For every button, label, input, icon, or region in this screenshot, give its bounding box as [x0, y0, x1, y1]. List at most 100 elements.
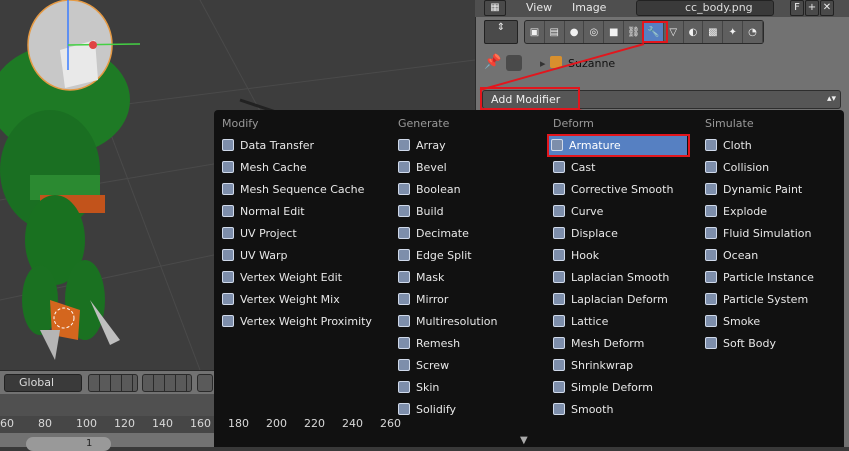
menu-item-cloth[interactable]: Cloth [705, 135, 752, 157]
hook-icon [553, 249, 565, 261]
menu-item-screw[interactable]: Screw [398, 355, 449, 377]
menu-item-cast[interactable]: Cast [553, 157, 595, 179]
menu-item-ocean[interactable]: Ocean [705, 245, 758, 267]
ocean-icon [705, 249, 717, 261]
menu-item-remesh[interactable]: Remesh [398, 333, 460, 355]
timeline-tick: 220 [304, 417, 325, 430]
menu-item-label: UV Warp [240, 249, 288, 262]
cloth-icon [705, 139, 717, 151]
menu-item-mesh-deform[interactable]: Mesh Deform [553, 333, 644, 355]
menu-item-vertex-weight-mix[interactable]: Vertex Weight Mix [222, 289, 340, 311]
boolean-icon [398, 183, 410, 195]
menu-item-label: Mesh Sequence Cache [240, 183, 365, 196]
menu-item-label: Fluid Simulation [723, 227, 812, 240]
particle-instance-icon [705, 271, 717, 283]
menu-item-lattice[interactable]: Lattice [553, 311, 608, 333]
menu-item-label: Smoke [723, 315, 761, 328]
menu-item-laplacian-smooth[interactable]: Laplacian Smooth [553, 267, 669, 289]
menu-item-mesh-cache[interactable]: Mesh Cache [222, 157, 307, 179]
menu-item-label: Mesh Deform [571, 337, 645, 350]
mesh-cache-icon [222, 161, 234, 173]
uv-project-icon [222, 227, 234, 239]
smooth-icon [553, 403, 565, 415]
menu-item-simple-deform[interactable]: Simple Deform [553, 377, 653, 399]
menu-item-label: Dynamic Paint [723, 183, 803, 196]
timeline-tick: 100 [76, 417, 97, 430]
menu-item-label: Data Transfer [240, 139, 314, 152]
menu-heading-generate: Generate [398, 117, 450, 130]
edge-split-icon [398, 249, 410, 261]
displace-icon [553, 227, 565, 239]
menu-item-label: Laplacian Deform [571, 293, 668, 306]
menu-item-normal-edit[interactable]: Normal Edit [222, 201, 305, 223]
menu-item-edge-split[interactable]: Edge Split [398, 245, 472, 267]
menu-item-vertex-weight-proximity[interactable]: Vertex Weight Proximity [222, 311, 372, 333]
menu-item-corrective-smooth[interactable]: Corrective Smooth [553, 179, 673, 201]
menu-item-mirror[interactable]: Mirror [398, 289, 448, 311]
timeline-tick: 60 [0, 417, 14, 430]
menu-item-laplacian-deform[interactable]: Laplacian Deform [553, 289, 668, 311]
menu-item-collision[interactable]: Collision [705, 157, 769, 179]
menu-item-boolean[interactable]: Boolean [398, 179, 461, 201]
menu-item-uv-warp[interactable]: UV Warp [222, 245, 288, 267]
menu-item-explode[interactable]: Explode [705, 201, 767, 223]
soft-body-icon [705, 337, 717, 349]
screw-icon [398, 359, 410, 371]
vertex-weight-edit-icon [222, 271, 234, 283]
menu-heading-simulate: Simulate [705, 117, 754, 130]
menu-item-label: UV Project [240, 227, 297, 240]
menu-item-label: Screw [416, 359, 450, 372]
menu-item-label: Mesh Cache [240, 161, 307, 174]
menu-item-particle-system[interactable]: Particle System [705, 289, 808, 311]
menu-item-displace[interactable]: Displace [553, 223, 618, 245]
menu-item-soft-body[interactable]: Soft Body [705, 333, 776, 355]
menu-item-fluid-simulation[interactable]: Fluid Simulation [705, 223, 811, 245]
dynamic-paint-icon [705, 183, 717, 195]
menu-item-mask[interactable]: Mask [398, 267, 444, 289]
menu-item-vertex-weight-edit[interactable]: Vertex Weight Edit [222, 267, 342, 289]
bevel-icon [398, 161, 410, 173]
menu-item-label: Build [416, 205, 444, 218]
armature-highlight [547, 134, 690, 157]
menu-item-label: Mirror [416, 293, 449, 306]
menu-item-particle-instance[interactable]: Particle Instance [705, 267, 814, 289]
menu-item-label: Laplacian Smooth [571, 271, 670, 284]
menu-item-label: Vertex Weight Proximity [240, 315, 372, 328]
menu-item-data-transfer[interactable]: Data Transfer [222, 135, 314, 157]
timeline-tick: 120 [114, 417, 135, 430]
menu-item-smooth[interactable]: Smooth [553, 399, 613, 421]
menu-item-label: Bevel [416, 161, 447, 174]
menu-item-label: Ocean [723, 249, 759, 262]
uv-warp-icon [222, 249, 234, 261]
menu-heading-modify: Modify [222, 117, 259, 130]
menu-item-curve[interactable]: Curve [553, 201, 603, 223]
menu-item-shrinkwrap[interactable]: Shrinkwrap [553, 355, 633, 377]
menu-item-solidify[interactable]: Solidify [398, 399, 456, 421]
menu-item-label: Corrective Smooth [571, 183, 674, 196]
collision-icon [705, 161, 717, 173]
laplacian-deform-icon [553, 293, 565, 305]
menu-item-smoke[interactable]: Smoke [705, 311, 760, 333]
menu-item-multiresolution[interactable]: Multiresolution [398, 311, 498, 333]
menu-item-dynamic-paint[interactable]: Dynamic Paint [705, 179, 802, 201]
menu-item-decimate[interactable]: Decimate [398, 223, 469, 245]
menu-item-build[interactable]: Build [398, 201, 444, 223]
menu-item-label: Hook [571, 249, 600, 262]
menu-item-label: Collision [723, 161, 770, 174]
menu-item-array[interactable]: Array [398, 135, 446, 157]
menu-item-bevel[interactable]: Bevel [398, 157, 447, 179]
laplacian-smooth-icon [553, 271, 565, 283]
menu-item-label: Lattice [571, 315, 609, 328]
menu-item-hook[interactable]: Hook [553, 245, 599, 267]
mesh-sequence-cache-icon [222, 183, 234, 195]
timeline-tick: 80 [38, 417, 52, 430]
vertex-weight-proximity-icon [222, 315, 234, 327]
menu-item-skin[interactable]: Skin [398, 377, 439, 399]
menu-item-uv-project[interactable]: UV Project [222, 223, 297, 245]
menu-item-mesh-sequence-cache[interactable]: Mesh Sequence Cache [222, 179, 364, 201]
menu-item-label: Decimate [416, 227, 469, 240]
lattice-icon [553, 315, 565, 327]
menu-heading-deform: Deform [553, 117, 594, 130]
curve-icon [553, 205, 565, 217]
scroll-down-icon[interactable]: ▼ [520, 435, 528, 446]
